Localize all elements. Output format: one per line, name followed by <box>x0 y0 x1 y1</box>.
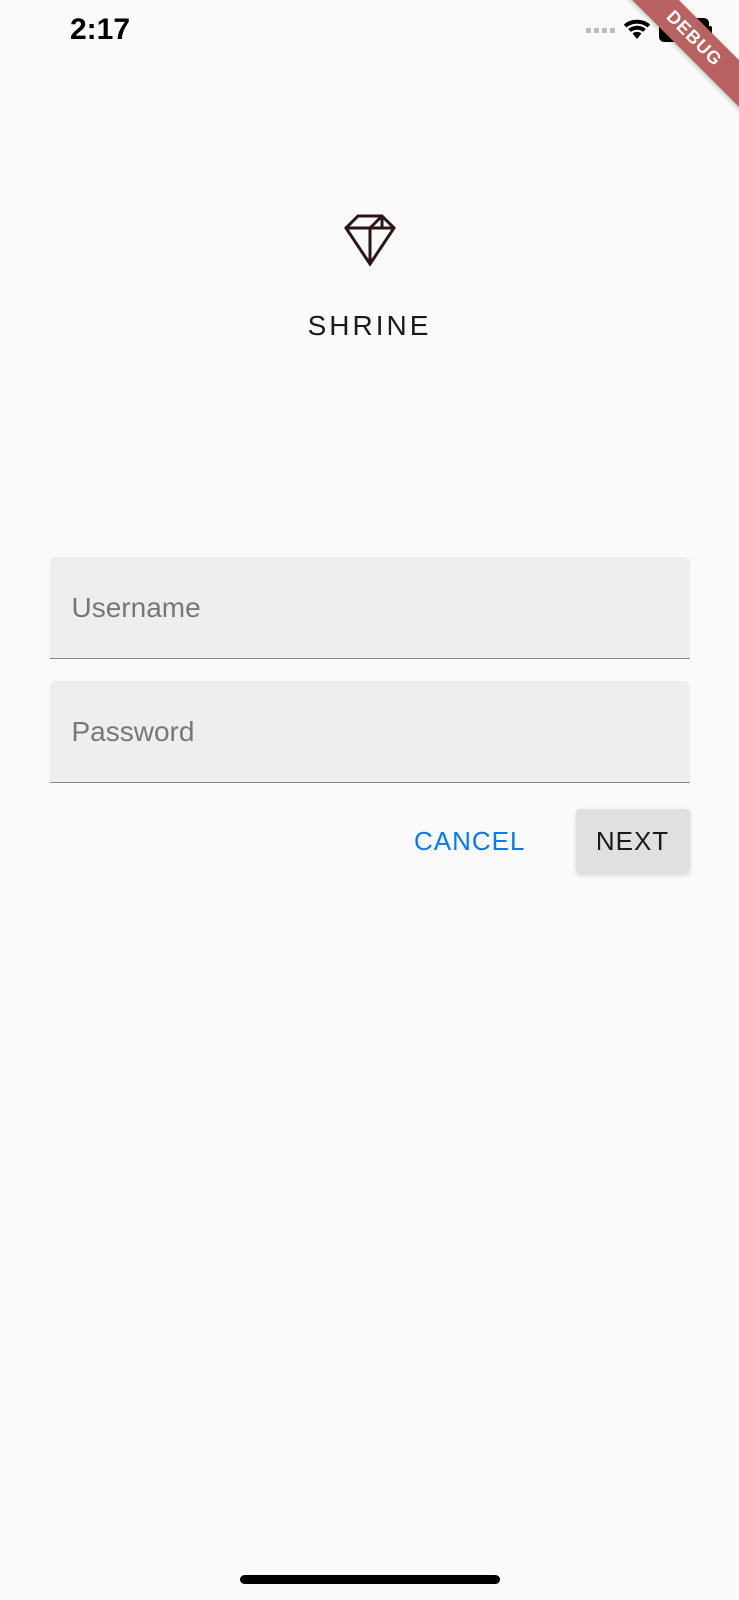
wifi-icon <box>623 17 651 44</box>
login-screen: SHRINE CANCEL NEXT <box>0 0 739 873</box>
login-form: CANCEL NEXT <box>50 557 690 873</box>
app-title: SHRINE <box>308 310 432 342</box>
password-field[interactable] <box>50 681 690 783</box>
home-indicator[interactable] <box>240 1575 500 1584</box>
status-bar: 2:17 <box>0 0 739 60</box>
next-button[interactable]: NEXT <box>576 809 690 873</box>
username-field[interactable] <box>50 557 690 659</box>
cancel-button[interactable]: CANCEL <box>390 809 549 873</box>
button-row: CANCEL NEXT <box>50 809 690 873</box>
diamond-icon <box>340 210 400 275</box>
status-time: 2:17 <box>70 13 130 47</box>
cellular-signal-icon <box>586 28 615 33</box>
